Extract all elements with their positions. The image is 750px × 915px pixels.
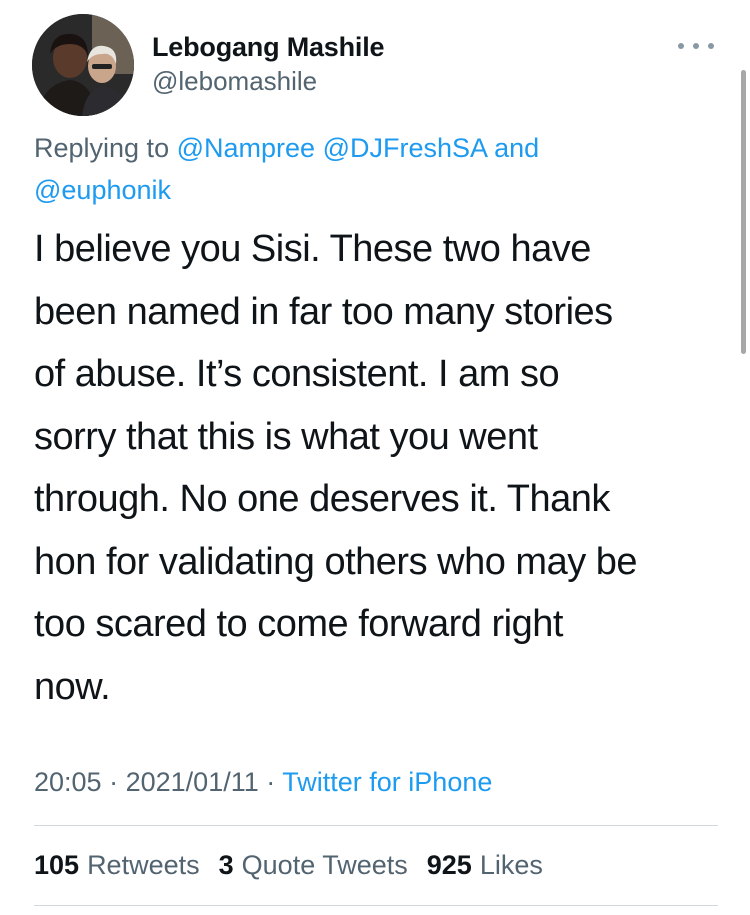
tweet-meta: 20:05 · 2021/01/11 · Twitter for iPhone [34, 762, 492, 802]
tweet-time[interactable]: 20:05 [34, 767, 102, 797]
scrollbar[interactable] [741, 70, 746, 354]
retweets-stat[interactable]: 105 Retweets [34, 845, 200, 885]
quote-tweets-stat[interactable]: 3 Quote Tweets [219, 845, 408, 885]
likes-label: Likes [479, 850, 543, 880]
retweets-label: Retweets [87, 850, 200, 880]
retweets-count: 105 [34, 850, 80, 880]
mention-link-nampree[interactable]: @Nampree [177, 133, 315, 163]
quote-tweets-count: 3 [218, 850, 234, 880]
meta-separator: · [266, 767, 276, 797]
mention-conjunction[interactable]: and [494, 133, 539, 163]
mention-link-euphonik[interactable]: @euphonik [34, 175, 171, 205]
replying-to-label: Replying to [34, 133, 170, 163]
divider [34, 825, 718, 826]
author-info: Lebogang Mashile @lebomashile [152, 30, 385, 98]
mention-link-djfreshsa[interactable]: @DJFreshSA [323, 133, 487, 163]
tweet-date[interactable]: 2021/01/11 [126, 767, 259, 797]
divider [34, 905, 718, 906]
quote-tweets-label: Quote Tweets [241, 850, 408, 880]
likes-stat[interactable]: 925 Likes [427, 845, 543, 885]
author-display-name[interactable]: Lebogang Mashile [152, 30, 385, 64]
more-dot-icon [708, 43, 714, 49]
more-dot-icon [693, 43, 699, 49]
tweet-source-link[interactable]: Twitter for iPhone [282, 767, 492, 797]
tweet-text: I believe you Sisi. These two have been … [34, 228, 638, 708]
replying-to: Replying to @Nampree @DJFreshSA and @eup… [34, 127, 714, 211]
avatar[interactable] [32, 14, 134, 116]
avatar-photo-icon [32, 14, 134, 116]
likes-count: 925 [426, 850, 472, 880]
more-options-button[interactable] [678, 36, 714, 56]
more-dot-icon [678, 43, 684, 49]
author-handle[interactable]: @lebomashile [152, 64, 384, 98]
meta-separator: · [109, 767, 119, 797]
tweet-stats: 105 Retweets 3 Quote Tweets 925 Likes [34, 845, 543, 885]
tweet-detail: Lebogang Mashile @lebomashile Replying t… [0, 0, 750, 915]
